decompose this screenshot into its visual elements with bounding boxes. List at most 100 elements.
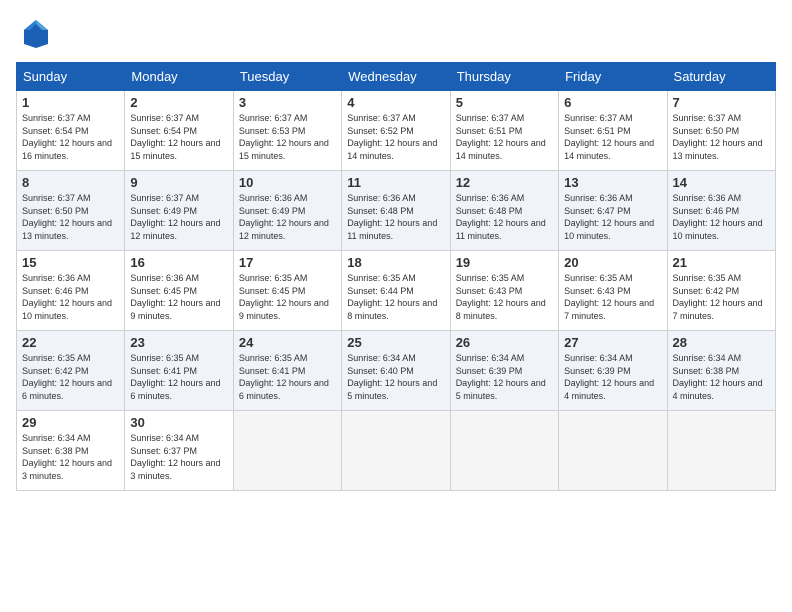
day-number: 17: [239, 255, 336, 270]
calendar-cell: 26Sunrise: 6:34 AMSunset: 6:39 PMDayligh…: [450, 331, 558, 411]
day-info: Sunrise: 6:37 AMSunset: 6:51 PMDaylight:…: [456, 112, 553, 162]
day-info: Sunrise: 6:37 AMSunset: 6:54 PMDaylight:…: [22, 112, 119, 162]
calendar-cell: [233, 411, 341, 491]
day-number: 24: [239, 335, 336, 350]
day-info: Sunrise: 6:35 AMSunset: 6:43 PMDaylight:…: [564, 272, 661, 322]
day-number: 25: [347, 335, 444, 350]
day-number: 21: [673, 255, 770, 270]
day-info: Sunrise: 6:37 AMSunset: 6:52 PMDaylight:…: [347, 112, 444, 162]
day-number: 1: [22, 95, 119, 110]
calendar-cell: 16 Sunrise: 6:36 AMSunset: 6:45 PMDayligh…: [125, 251, 233, 331]
calendar-cell: 20 Sunrise: 6:35 AMSunset: 6:43 PMDayligh…: [559, 251, 667, 331]
calendar-row-1: 8 Sunrise: 6:37 AMSunset: 6:50 PMDaylight…: [17, 171, 776, 251]
calendar-cell: [667, 411, 775, 491]
logo: [16, 16, 56, 52]
calendar-cell: 18Sunrise: 6:35 AMSunset: 6:44 PMDayligh…: [342, 251, 450, 331]
calendar-cell: 15 Sunrise: 6:36 AMSunset: 6:46 PMDayligh…: [17, 251, 125, 331]
day-info: Sunrise: 6:35 AMSunset: 6:42 PMDaylight:…: [673, 272, 770, 322]
day-info: Sunrise: 6:36 AMSunset: 6:49 PMDaylight:…: [239, 192, 336, 242]
day-number: 26: [456, 335, 553, 350]
calendar-cell: 30 Sunrise: 6:34 AMSunset: 6:37 PMDayligh…: [125, 411, 233, 491]
calendar-cell: 24 Sunrise: 6:35 AMSunset: 6:41 PMDayligh…: [233, 331, 341, 411]
calendar-cell: [450, 411, 558, 491]
day-number: 14: [673, 175, 770, 190]
calendar-cell: 1 Sunrise: 6:37 AMSunset: 6:54 PMDaylight…: [17, 91, 125, 171]
day-info: Sunrise: 6:35 AMSunset: 6:43 PMDaylight:…: [456, 272, 553, 322]
day-number: 11: [347, 175, 444, 190]
calendar-cell: 9 Sunrise: 6:37 AMSunset: 6:49 PMDaylight…: [125, 171, 233, 251]
day-number: 29: [22, 415, 119, 430]
day-number: 18: [347, 255, 444, 270]
day-info: Sunrise: 6:36 AMSunset: 6:45 PMDaylight:…: [130, 272, 227, 322]
calendar-cell: 17 Sunrise: 6:35 AMSunset: 6:45 PMDayligh…: [233, 251, 341, 331]
calendar-cell: 28 Sunrise: 6:34 AMSunset: 6:38 PMDayligh…: [667, 331, 775, 411]
day-info: Sunrise: 6:36 AMSunset: 6:46 PMDaylight:…: [22, 272, 119, 322]
day-number: 15: [22, 255, 119, 270]
calendar-cell: 6 Sunrise: 6:37 AMSunset: 6:51 PMDaylight…: [559, 91, 667, 171]
calendar-cell: [559, 411, 667, 491]
day-number: 5: [456, 95, 553, 110]
day-info: Sunrise: 6:36 AMSunset: 6:47 PMDaylight:…: [564, 192, 661, 242]
day-number: 6: [564, 95, 661, 110]
day-number: 12: [456, 175, 553, 190]
calendar-cell: 27Sunrise: 6:34 AMSunset: 6:39 PMDayligh…: [559, 331, 667, 411]
calendar-row-4: 29 Sunrise: 6:34 AMSunset: 6:38 PMDayligh…: [17, 411, 776, 491]
day-header-thursday: Thursday: [450, 63, 558, 91]
day-info: Sunrise: 6:37 AMSunset: 6:53 PMDaylight:…: [239, 112, 336, 162]
calendar-cell: 5 Sunrise: 6:37 AMSunset: 6:51 PMDaylight…: [450, 91, 558, 171]
day-header-sunday: Sunday: [17, 63, 125, 91]
day-number: 4: [347, 95, 444, 110]
calendar-row-2: 15 Sunrise: 6:36 AMSunset: 6:46 PMDayligh…: [17, 251, 776, 331]
day-info: Sunrise: 6:37 AMSunset: 6:50 PMDaylight:…: [22, 192, 119, 242]
day-info: Sunrise: 6:34 AMSunset: 6:40 PMDaylight:…: [347, 352, 444, 402]
calendar-cell: 29 Sunrise: 6:34 AMSunset: 6:38 PMDayligh…: [17, 411, 125, 491]
day-info: Sunrise: 6:34 AMSunset: 6:38 PMDaylight:…: [673, 352, 770, 402]
calendar-cell: 19 Sunrise: 6:35 AMSunset: 6:43 PMDayligh…: [450, 251, 558, 331]
calendar-cell: 23 Sunrise: 6:35 AMSunset: 6:41 PMDayligh…: [125, 331, 233, 411]
day-header-friday: Friday: [559, 63, 667, 91]
day-number: 13: [564, 175, 661, 190]
day-number: 9: [130, 175, 227, 190]
day-info: Sunrise: 6:35 AMSunset: 6:45 PMDaylight:…: [239, 272, 336, 322]
calendar-cell: 10 Sunrise: 6:36 AMSunset: 6:49 PMDayligh…: [233, 171, 341, 251]
header: [16, 16, 776, 52]
day-header-wednesday: Wednesday: [342, 63, 450, 91]
day-number: 28: [673, 335, 770, 350]
calendar-cell: 21 Sunrise: 6:35 AMSunset: 6:42 PMDayligh…: [667, 251, 775, 331]
day-info: Sunrise: 6:36 AMSunset: 6:46 PMDaylight:…: [673, 192, 770, 242]
day-number: 16: [130, 255, 227, 270]
day-number: 23: [130, 335, 227, 350]
day-number: 8: [22, 175, 119, 190]
day-number: 19: [456, 255, 553, 270]
day-number: 20: [564, 255, 661, 270]
calendar-cell: 14 Sunrise: 6:36 AMSunset: 6:46 PMDayligh…: [667, 171, 775, 251]
day-info: Sunrise: 6:35 AMSunset: 6:41 PMDaylight:…: [130, 352, 227, 402]
day-header-saturday: Saturday: [667, 63, 775, 91]
day-header-monday: Monday: [125, 63, 233, 91]
day-info: Sunrise: 6:37 AMSunset: 6:49 PMDaylight:…: [130, 192, 227, 242]
day-info: Sunrise: 6:37 AMSunset: 6:50 PMDaylight:…: [673, 112, 770, 162]
day-info: Sunrise: 6:34 AMSunset: 6:37 PMDaylight:…: [130, 432, 227, 482]
calendar-cell: 4 Sunrise: 6:37 AMSunset: 6:52 PMDaylight…: [342, 91, 450, 171]
day-info: Sunrise: 6:37 AMSunset: 6:51 PMDaylight:…: [564, 112, 661, 162]
calendar-cell: 25 Sunrise: 6:34 AMSunset: 6:40 PMDayligh…: [342, 331, 450, 411]
logo-icon: [16, 16, 52, 52]
calendar-table: SundayMondayTuesdayWednesdayThursdayFrid…: [16, 62, 776, 491]
calendar-cell: 22 Sunrise: 6:35 AMSunset: 6:42 PMDayligh…: [17, 331, 125, 411]
calendar-cell: 12Sunrise: 6:36 AMSunset: 6:48 PMDayligh…: [450, 171, 558, 251]
calendar-cell: 13 Sunrise: 6:36 AMSunset: 6:47 PMDayligh…: [559, 171, 667, 251]
calendar-cell: 8 Sunrise: 6:37 AMSunset: 6:50 PMDaylight…: [17, 171, 125, 251]
page: SundayMondayTuesdayWednesdayThursdayFrid…: [0, 0, 792, 612]
day-number: 30: [130, 415, 227, 430]
day-info: Sunrise: 6:34 AMSunset: 6:38 PMDaylight:…: [22, 432, 119, 482]
day-info: Sunrise: 6:36 AMSunset: 6:48 PMDaylight:…: [347, 192, 444, 242]
calendar-row-3: 22 Sunrise: 6:35 AMSunset: 6:42 PMDayligh…: [17, 331, 776, 411]
day-number: 22: [22, 335, 119, 350]
day-info: Sunrise: 6:34 AMSunset: 6:39 PMDaylight:…: [564, 352, 661, 402]
calendar-cell: 7Sunrise: 6:37 AMSunset: 6:50 PMDaylight…: [667, 91, 775, 171]
day-number: 10: [239, 175, 336, 190]
day-info: Sunrise: 6:37 AMSunset: 6:54 PMDaylight:…: [130, 112, 227, 162]
calendar-row-0: 1 Sunrise: 6:37 AMSunset: 6:54 PMDaylight…: [17, 91, 776, 171]
day-info: Sunrise: 6:35 AMSunset: 6:41 PMDaylight:…: [239, 352, 336, 402]
day-info: Sunrise: 6:35 AMSunset: 6:42 PMDaylight:…: [22, 352, 119, 402]
